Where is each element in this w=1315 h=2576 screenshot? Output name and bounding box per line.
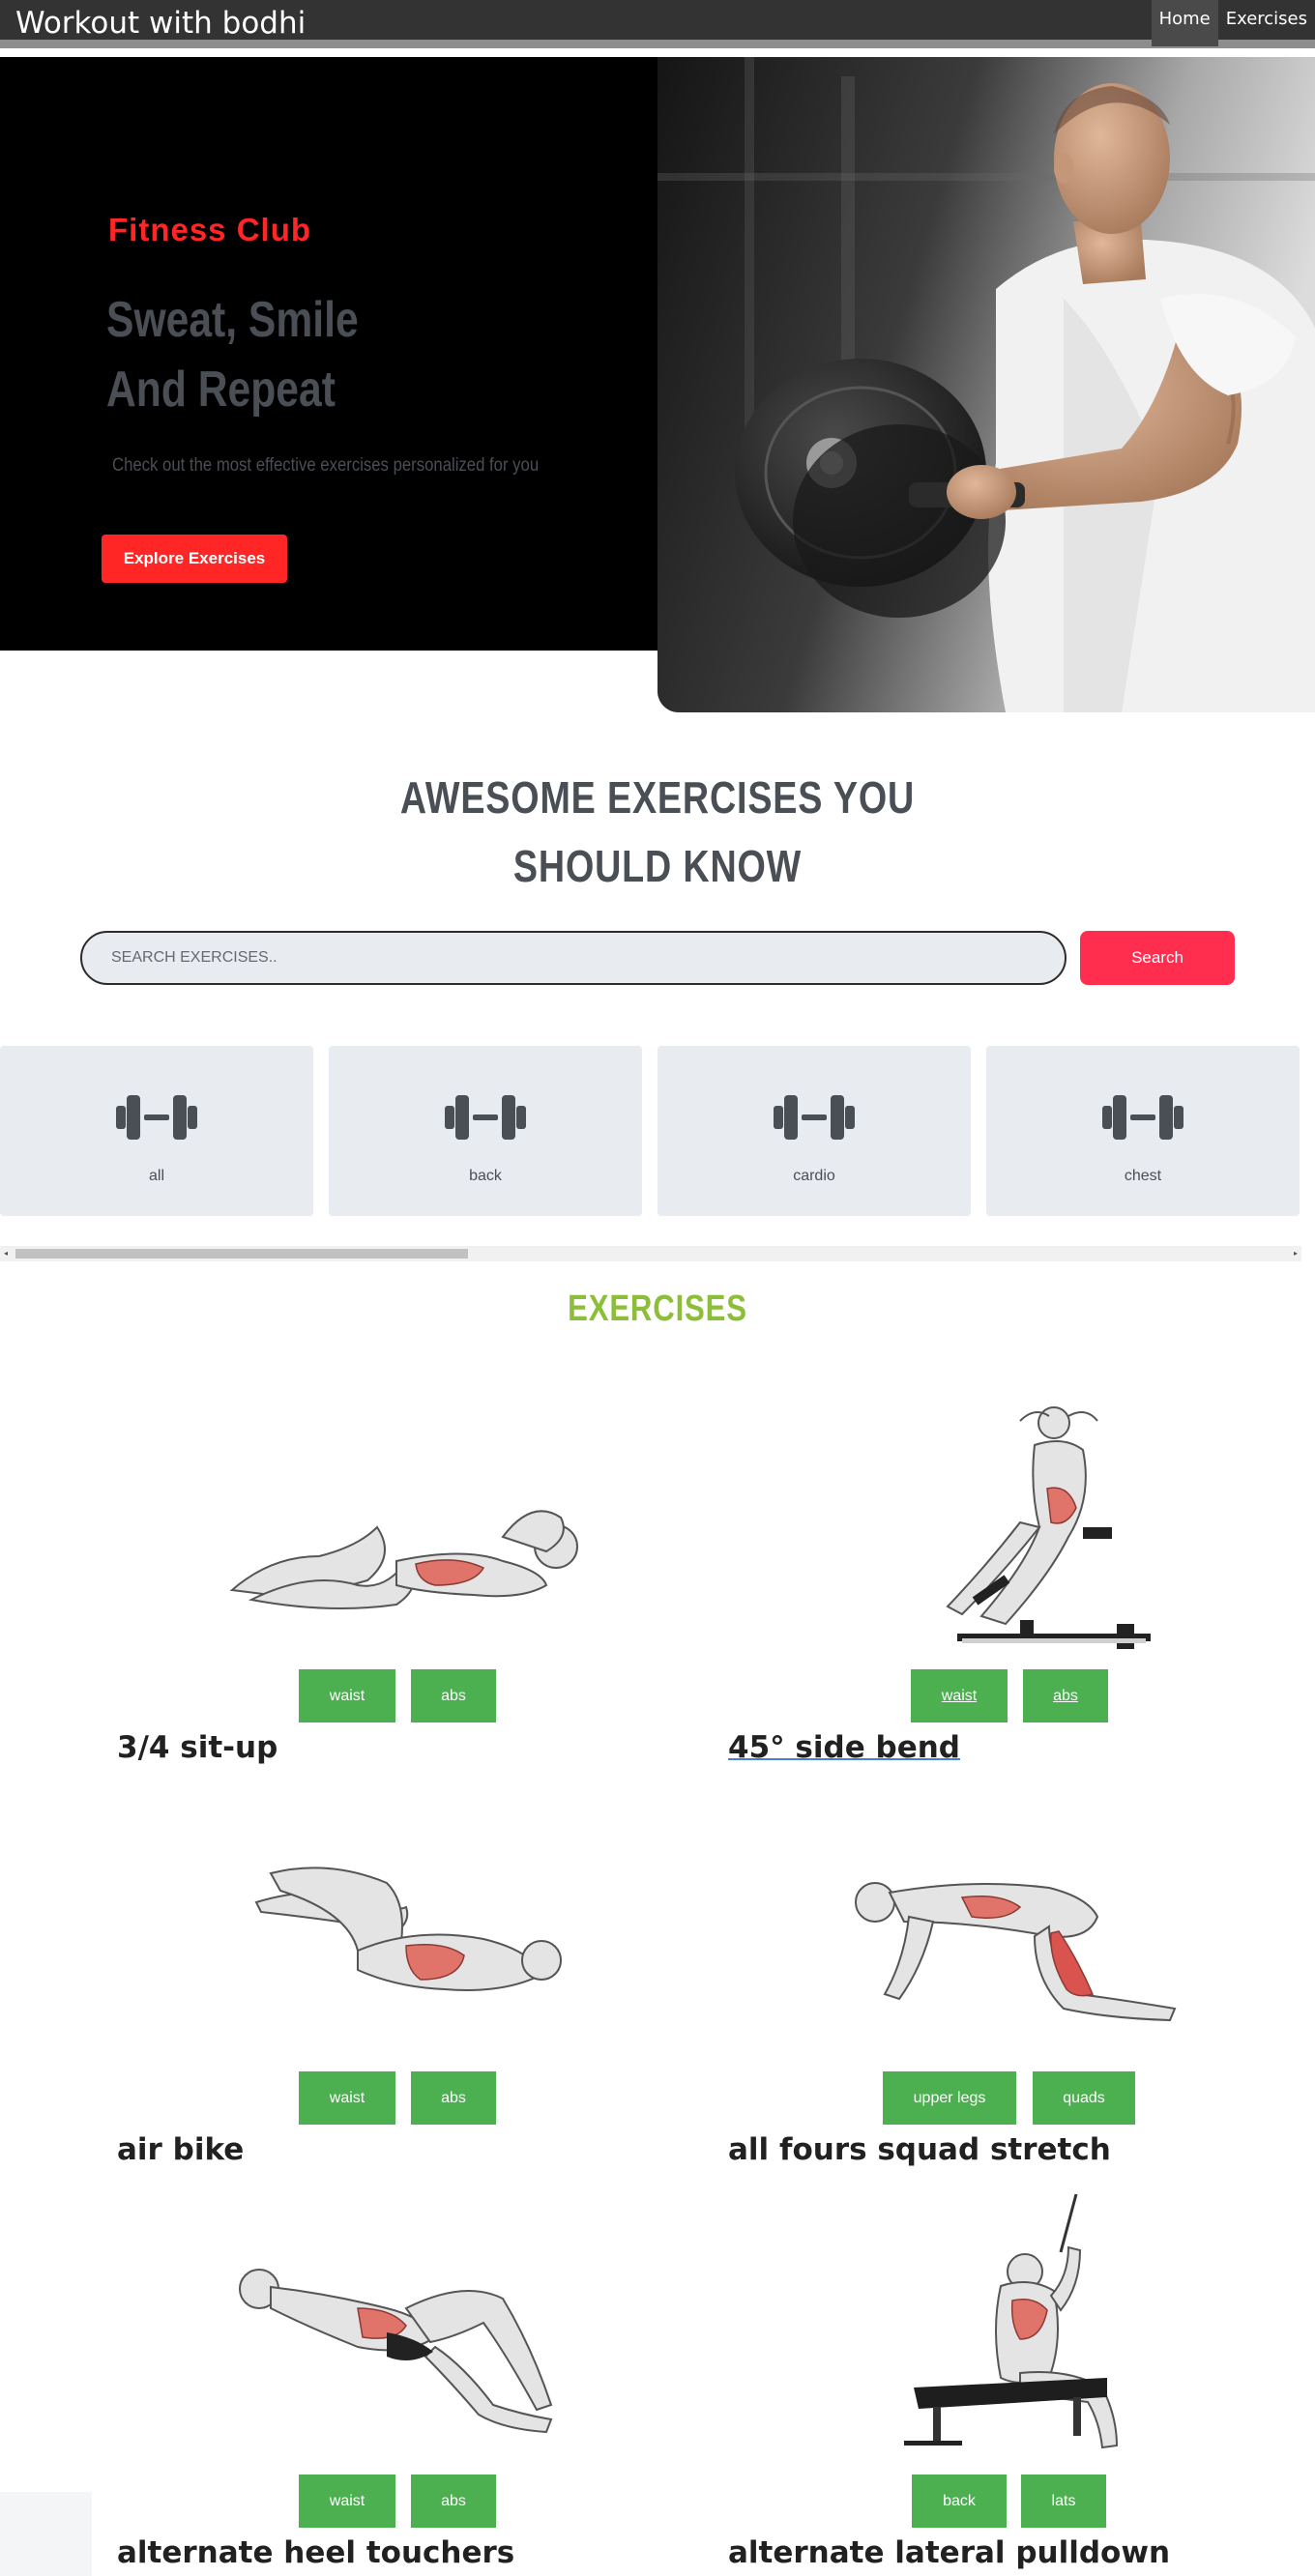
tag-quads[interactable]: quads	[1033, 2071, 1135, 2125]
category-label: back	[469, 1168, 502, 1184]
category-card-all[interactable]: all	[0, 1046, 313, 1216]
nav-exercises-link[interactable]: Exercises	[1218, 0, 1315, 46]
tag-upper-legs[interactable]: upper legs	[883, 2071, 1016, 2125]
tag-waist[interactable]: waist	[299, 2071, 395, 2125]
scroll-left-icon[interactable]: ◂	[4, 1249, 8, 1259]
tag-waist[interactable]: waist	[911, 1669, 1008, 1722]
exercise-name[interactable]: all fours squad stretch	[728, 2130, 1111, 2169]
hero-title: Sweat, Smile And Repeat	[106, 285, 359, 424]
tag-abs[interactable]: abs	[411, 1669, 496, 1722]
search-button[interactable]: Search	[1080, 931, 1235, 985]
tag-waist[interactable]: waist	[299, 1669, 395, 1722]
exercise-image-side-bend[interactable]	[827, 1392, 1233, 1653]
category-label: cardio	[793, 1168, 835, 1184]
nav-links: Home Exercises	[1151, 0, 1315, 46]
category-card-chest[interactable]: chest	[986, 1046, 1300, 1216]
navbar: Workout with bodhi Home Exercises	[0, 0, 1315, 48]
exercise-name[interactable]: air bike	[117, 2130, 244, 2169]
exercise-name[interactable]: alternate heel touchers	[117, 2533, 514, 2572]
tag-waist[interactable]: waist	[299, 2475, 395, 2528]
tag-abs[interactable]: abs	[411, 2475, 496, 2528]
category-label: chest	[1124, 1168, 1162, 1184]
tag-abs[interactable]: abs	[411, 2071, 496, 2125]
nav-home-link[interactable]: Home	[1151, 0, 1218, 46]
hero-tag: Fitness Club	[108, 212, 312, 247]
search-input[interactable]	[80, 931, 1067, 985]
hero-photo-illustration	[658, 57, 1315, 712]
tag-lats[interactable]: lats	[1021, 2475, 1106, 2528]
exercise-image-air-bike[interactable]	[213, 1815, 619, 2076]
category-label: all	[148, 1168, 164, 1184]
category-card-cardio[interactable]: cardio	[658, 1046, 971, 1216]
scroll-right-icon[interactable]: ▸	[1294, 1249, 1298, 1259]
scrollbar-thumb[interactable]	[15, 1249, 468, 1259]
exercise-image-squad-stretch[interactable]	[827, 1815, 1233, 2076]
dumbbell-icon	[116, 1095, 197, 1140]
exercise-name[interactable]: alternate lateral pulldown	[728, 2533, 1170, 2572]
exercises-heading: EXERCISES	[568, 1288, 747, 1329]
category-card-back[interactable]: back	[329, 1046, 642, 1216]
dumbbell-icon	[1102, 1095, 1184, 1140]
page-corner-block	[0, 2492, 92, 2576]
exercise-name[interactable]: 45° side bend	[728, 1728, 960, 1767]
section-title-line2: SHOULD KNOW	[512, 841, 803, 891]
dumbbell-icon	[445, 1095, 526, 1140]
page: Workout with bodhi Home Exercises Fitnes…	[0, 0, 1315, 2576]
explore-exercises-button[interactable]: Explore Exercises	[102, 535, 287, 583]
exercise-name[interactable]: 3/4 sit-up	[117, 1728, 278, 1767]
hero-image	[658, 57, 1315, 712]
hero-subtitle: Check out the most effective exercises p…	[112, 455, 540, 476]
tag-abs[interactable]: abs	[1023, 1669, 1108, 1722]
exercise-image-heel-touchers[interactable]	[213, 2212, 619, 2473]
horizontal-scrollbar[interactable]: ◂ ▸	[0, 1246, 1301, 1261]
exercise-image-sit-up[interactable]	[213, 1392, 619, 1653]
brand-title[interactable]: Workout with bodhi	[15, 6, 306, 41]
hero-banner: Fitness Club Sweat, Smile And Repeat Che…	[0, 57, 658, 651]
tag-back[interactable]: back	[912, 2475, 1007, 2528]
hero-title-line2: And Repeat	[106, 362, 336, 418]
section-title-line1: AWESOME EXERCISES YOU	[399, 772, 916, 823]
dumbbell-icon	[774, 1095, 855, 1140]
exercise-image-lateral-pulldown[interactable]	[827, 2194, 1233, 2455]
hero-title-line1: Sweat, Smile	[106, 292, 359, 348]
